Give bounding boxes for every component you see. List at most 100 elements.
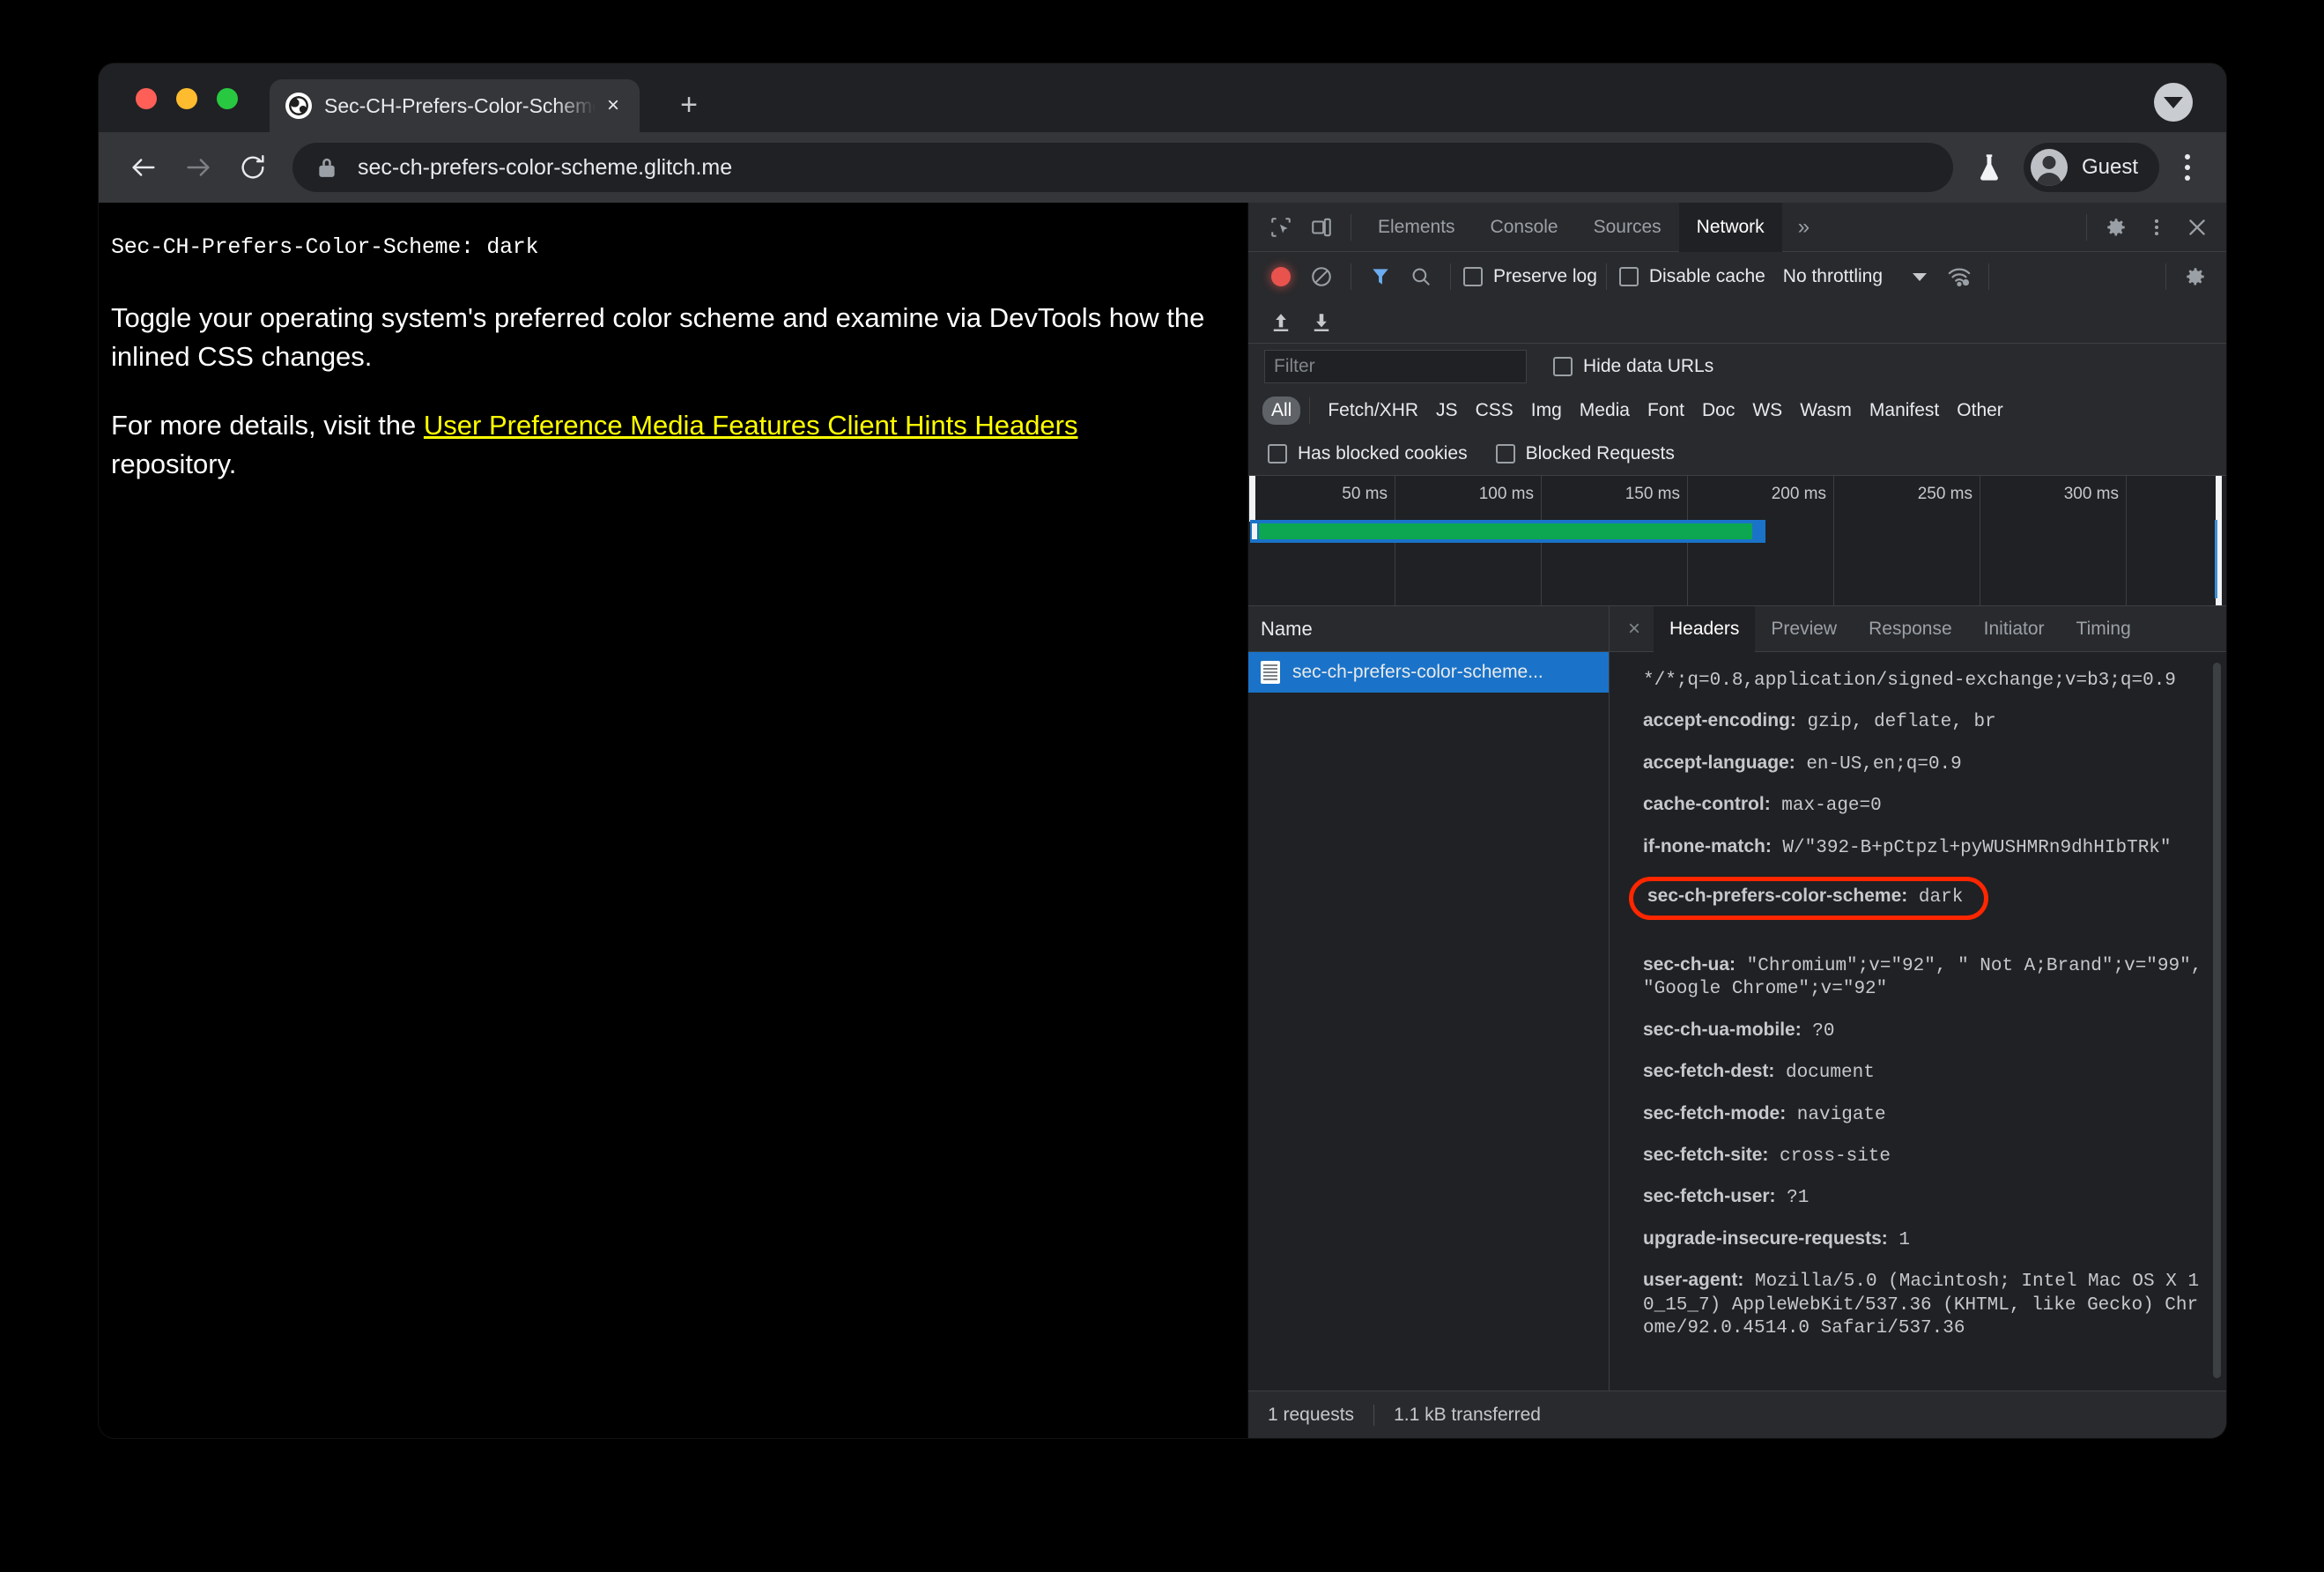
divider: [1309, 397, 1311, 424]
reload-button[interactable]: [226, 140, 280, 195]
has-blocked-cookies-checkbox[interactable]: Has blocked cookies: [1268, 443, 1468, 464]
forward-button[interactable]: [171, 140, 226, 195]
type-filter-wasm[interactable]: Wasm: [1791, 397, 1861, 425]
settings-gear-icon[interactable]: [2096, 207, 2136, 248]
profile-button[interactable]: Guest: [2023, 143, 2159, 192]
header-if-none-match: if-none-match: W/"392-B+pCtpzl+pyWUSHMRn…: [1643, 835, 2205, 860]
page-paragraph-2: For more details, visit the User Prefere…: [111, 406, 1209, 484]
maximize-window-button[interactable]: [217, 88, 238, 109]
lock-icon[interactable]: [315, 156, 338, 179]
address-bar[interactable]: sec-ch-prefers-color-scheme.glitch.me: [292, 143, 1953, 192]
record-button[interactable]: [1261, 256, 1301, 297]
minimize-window-button[interactable]: [176, 88, 197, 109]
header-name: sec-fetch-mode:: [1643, 1102, 1787, 1123]
close-icon[interactable]: ×: [1615, 610, 1654, 649]
close-icon[interactable]: ×: [601, 93, 625, 118]
table-row[interactable]: sec-ch-prefers-color-scheme...: [1248, 652, 1609, 693]
profile-name: Guest: [2081, 155, 2138, 179]
settings-gear-icon[interactable]: [2175, 256, 2216, 297]
type-filter-doc[interactable]: Doc: [1693, 397, 1743, 425]
tab-initiator[interactable]: Initiator: [1968, 606, 2061, 652]
tab-elements[interactable]: Elements: [1360, 203, 1473, 252]
close-icon[interactable]: [2177, 207, 2217, 248]
tab-sources[interactable]: Sources: [1576, 203, 1679, 252]
viewport: Sec-CH-Prefers-Color-Scheme: dark Toggle…: [99, 202, 2226, 1438]
checkbox-box: [1618, 267, 1639, 286]
search-icon[interactable]: [1401, 256, 1441, 297]
blocked-requests-checkbox[interactable]: Blocked Requests: [1495, 443, 1675, 464]
header-name: user-agent:: [1643, 1270, 1744, 1291]
divider: [1450, 263, 1451, 290]
header-name: sec-ch-prefers-color-scheme:: [1647, 886, 1908, 907]
tab-title: Sec-CH-Prefers-Color-Scheme: [324, 93, 596, 117]
throttling-select[interactable]: No throttling: [1783, 266, 1928, 287]
tab-timing[interactable]: Timing: [2061, 606, 2147, 652]
header-sec-fetch-site: sec-fetch-site: cross-site: [1643, 1144, 2205, 1168]
request-name: sec-ch-prefers-color-scheme...: [1292, 662, 1543, 682]
header-value: gzip, deflate, br: [1795, 712, 1996, 733]
browser-toolbar: sec-ch-prefers-color-scheme.glitch.me Gu…: [99, 132, 2226, 203]
type-filter-img[interactable]: Img: [1522, 397, 1571, 425]
type-filter-all[interactable]: All: [1262, 397, 1301, 425]
type-filter-media[interactable]: Media: [1571, 397, 1639, 425]
hide-data-urls-checkbox[interactable]: Hide data URLs: [1553, 356, 1713, 377]
header-value: max-age=0: [1770, 796, 1882, 817]
clear-button[interactable]: [1301, 256, 1342, 297]
flask-icon[interactable]: [1967, 152, 2011, 182]
import-har-icon[interactable]: [1261, 302, 1301, 343]
tab-console[interactable]: Console: [1473, 203, 1576, 252]
gridline: [2126, 476, 2127, 605]
disable-cache-checkbox[interactable]: Disable cache: [1618, 266, 1765, 287]
request-count: 1 requests: [1268, 1404, 1355, 1425]
type-filter-fetch-xhr[interactable]: Fetch/XHR: [1319, 397, 1427, 425]
new-tab-button[interactable]: +: [671, 88, 707, 123]
type-filter-css[interactable]: CSS: [1467, 397, 1522, 425]
inspect-element-icon[interactable]: [1261, 207, 1301, 248]
network-conditions-icon[interactable]: [1939, 256, 1980, 297]
chevron-down-icon[interactable]: [2154, 83, 2193, 122]
preserve-log-checkbox[interactable]: Preserve log: [1463, 266, 1597, 287]
header-value: dark: [1907, 887, 1964, 908]
window-controls: [136, 88, 238, 109]
more-tabs-icon[interactable]: »: [1782, 203, 1825, 252]
type-filter-font[interactable]: Font: [1639, 397, 1693, 425]
filter-input[interactable]: Filter: [1264, 350, 1527, 383]
device-toolbar-icon[interactable]: [1301, 207, 1342, 248]
overview-tick-50ms: 50 ms: [1342, 485, 1388, 503]
network-overview-timeline[interactable]: 50 ms 100 ms 150 ms 200 ms 250 ms 300 ms: [1248, 476, 2226, 606]
request-list-column-name[interactable]: Name: [1248, 606, 1609, 652]
type-filter-ws[interactable]: WS: [1743, 397, 1791, 425]
header-value: ?0: [1801, 1020, 1835, 1042]
close-window-button[interactable]: [136, 88, 157, 109]
tab-headers[interactable]: Headers: [1654, 605, 1756, 652]
kebab-menu-icon[interactable]: [2168, 143, 2207, 192]
tab-response[interactable]: Response: [1853, 606, 1968, 652]
page-paragraph-1: Toggle your operating system's preferred…: [111, 302, 1205, 373]
kebab-menu-icon[interactable]: [2136, 207, 2177, 248]
checkbox-box: [1268, 443, 1287, 463]
type-filter-other[interactable]: Other: [1948, 397, 2012, 425]
tab-network[interactable]: Network: [1678, 202, 1782, 252]
divider: [1605, 263, 1607, 290]
browser-tab[interactable]: Sec-CH-Prefers-Color-Scheme ×: [270, 79, 640, 132]
gridline: [1833, 476, 1834, 605]
filter-funnel-icon[interactable]: [1360, 256, 1401, 297]
header-user-agent: user-agent: Mozilla/5.0 (Macintosh; Inte…: [1643, 1269, 2205, 1340]
transferred-size: 1.1 kB transferred: [1373, 1404, 1560, 1426]
type-filter-manifest[interactable]: Manifest: [1861, 397, 1948, 425]
overview-left-handle[interactable]: [1249, 476, 1255, 522]
header-value: navigate: [1786, 1104, 1886, 1125]
has-blocked-cookies-label: Has blocked cookies: [1298, 442, 1468, 463]
header-name: sec-fetch-dest:: [1643, 1061, 1775, 1082]
request-headers-list: */*;q=0.8,application/signed-exchange;v=…: [1610, 652, 2226, 1390]
page-header-line: Sec-CH-Prefers-Color-Scheme: dark: [111, 234, 539, 260]
back-button[interactable]: [116, 140, 171, 195]
tab-preview[interactable]: Preview: [1755, 606, 1853, 652]
type-filter-js[interactable]: JS: [1427, 397, 1467, 425]
export-har-icon[interactable]: [1301, 302, 1342, 343]
header-sec-fetch-dest: sec-fetch-dest: document: [1643, 1060, 2205, 1085]
repository-link[interactable]: User Preference Media Features Client Hi…: [424, 410, 1078, 441]
scrollbar[interactable]: [2213, 663, 2221, 1378]
header-sec-ch-ua: sec-ch-ua: "Chromium";v="92", " Not A;Br…: [1643, 953, 2205, 1002]
chevron-down-glyph: [2164, 96, 2183, 108]
